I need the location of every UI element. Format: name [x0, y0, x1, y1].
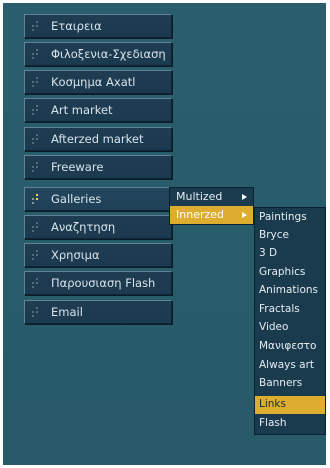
menu-item-label: Afterzed market — [51, 132, 144, 146]
menu-item-label: Φιλοξενια-Σχεδιαση — [51, 47, 166, 61]
menu-item-afterzed-market[interactable]: Afterzed market — [24, 127, 172, 151]
submenu-item-bryce[interactable]: Bryce — [255, 227, 325, 245]
submenu-item-label: Graphics — [259, 266, 306, 278]
submenu-item-always-art[interactable]: Always art — [255, 357, 325, 375]
menu-item-label: Freeware — [51, 160, 104, 174]
bullet-icon — [32, 250, 42, 260]
menu-item-etaireia[interactable]: Εταιρεια — [24, 14, 172, 38]
bullet-icon — [32, 21, 42, 31]
bullet-icon — [32, 49, 42, 59]
bullet-icon — [32, 162, 42, 172]
menu-item-freeware[interactable]: Freeware — [24, 155, 172, 179]
submenu-item-paintings[interactable]: Paintings — [255, 209, 325, 227]
submenu-item-label: Flash — [259, 417, 287, 429]
bullet-icon — [32, 134, 42, 144]
submenu-item-label: Animations — [259, 284, 319, 296]
submenu-item-multized[interactable]: Multized — [170, 188, 253, 206]
submenu-item-video[interactable]: Video — [255, 319, 325, 337]
submenu-item-banners[interactable]: Banners — [255, 375, 325, 393]
menu-item-label: Αναζητηση — [51, 220, 116, 234]
menu-item-label: Art market — [51, 103, 113, 117]
bullet-icon — [32, 222, 42, 232]
menu-item-label: Χρησιμα — [51, 248, 100, 262]
submenu-item-label: Multized — [176, 190, 223, 203]
bullet-icon — [32, 105, 42, 115]
menu-item-galleries[interactable]: Galleries — [24, 187, 172, 211]
menu-item-kosmima-axatl[interactable]: Κοσμημα Axatl — [24, 70, 172, 94]
submenu-item-fractals[interactable]: Fractals — [255, 301, 325, 319]
submenu-item-manifesto[interactable]: Μανιφεστο — [255, 338, 325, 356]
menu-item-label: Galleries — [51, 192, 102, 206]
submenu-item-label: Banners — [259, 377, 303, 389]
menu-item-art-market[interactable]: Art market — [24, 98, 172, 122]
galleries-submenu: Multized Innerzed — [169, 187, 254, 225]
menu-item-label: Email — [51, 305, 83, 319]
innerzed-submenu: Paintings Bryce 3 D Graphics Animations … — [254, 207, 326, 435]
chevron-right-icon — [242, 194, 247, 200]
menu-item-label: Παρουσιαση Flash — [51, 276, 156, 290]
submenu-item-innerzed[interactable]: Innerzed — [170, 206, 253, 224]
menu-item-xrisima[interactable]: Χρησιμα — [24, 243, 172, 267]
submenu-item-label: Μανιφεστο — [259, 340, 317, 352]
menu-item-label: Κοσμημα Axatl — [51, 75, 136, 89]
chevron-right-icon — [242, 212, 247, 218]
submenu-item-animations[interactable]: Animations — [255, 282, 325, 300]
bullet-icon — [32, 278, 42, 288]
menu-item-parousiasi-flash[interactable]: Παρουσιαση Flash — [24, 271, 172, 295]
menu-item-label: Εταιρεια — [51, 19, 102, 33]
submenu-item-label: 3 D — [259, 247, 278, 259]
menu-item-anazitisi[interactable]: Αναζητηση — [24, 215, 172, 239]
submenu-item-links[interactable]: Links — [255, 396, 325, 414]
submenu-item-label: Video — [259, 321, 289, 333]
bullet-icon — [32, 77, 42, 87]
menu-item-email[interactable]: Email — [24, 300, 172, 324]
submenu-item-graphics[interactable]: Graphics — [255, 264, 325, 282]
submenu-item-label: Fractals — [259, 303, 300, 315]
submenu-item-3d[interactable]: 3 D — [255, 245, 325, 263]
bullet-icon — [32, 307, 42, 317]
submenu-item-label: Links — [259, 398, 286, 410]
bullet-icon — [32, 194, 42, 204]
submenu-item-label: Bryce — [259, 229, 289, 241]
submenu-item-label: Always art — [259, 359, 315, 371]
submenu-item-flash[interactable]: Flash — [255, 415, 325, 433]
submenu-item-label: Paintings — [259, 211, 307, 223]
menu-item-filoxenia-sxediasi[interactable]: Φιλοξενια-Σχεδιαση — [24, 42, 172, 66]
page: Εταιρεια Φιλοξενια-Σχεδιαση Κοσμημα Axat… — [0, 0, 330, 468]
submenu-item-label: Innerzed — [176, 208, 225, 221]
